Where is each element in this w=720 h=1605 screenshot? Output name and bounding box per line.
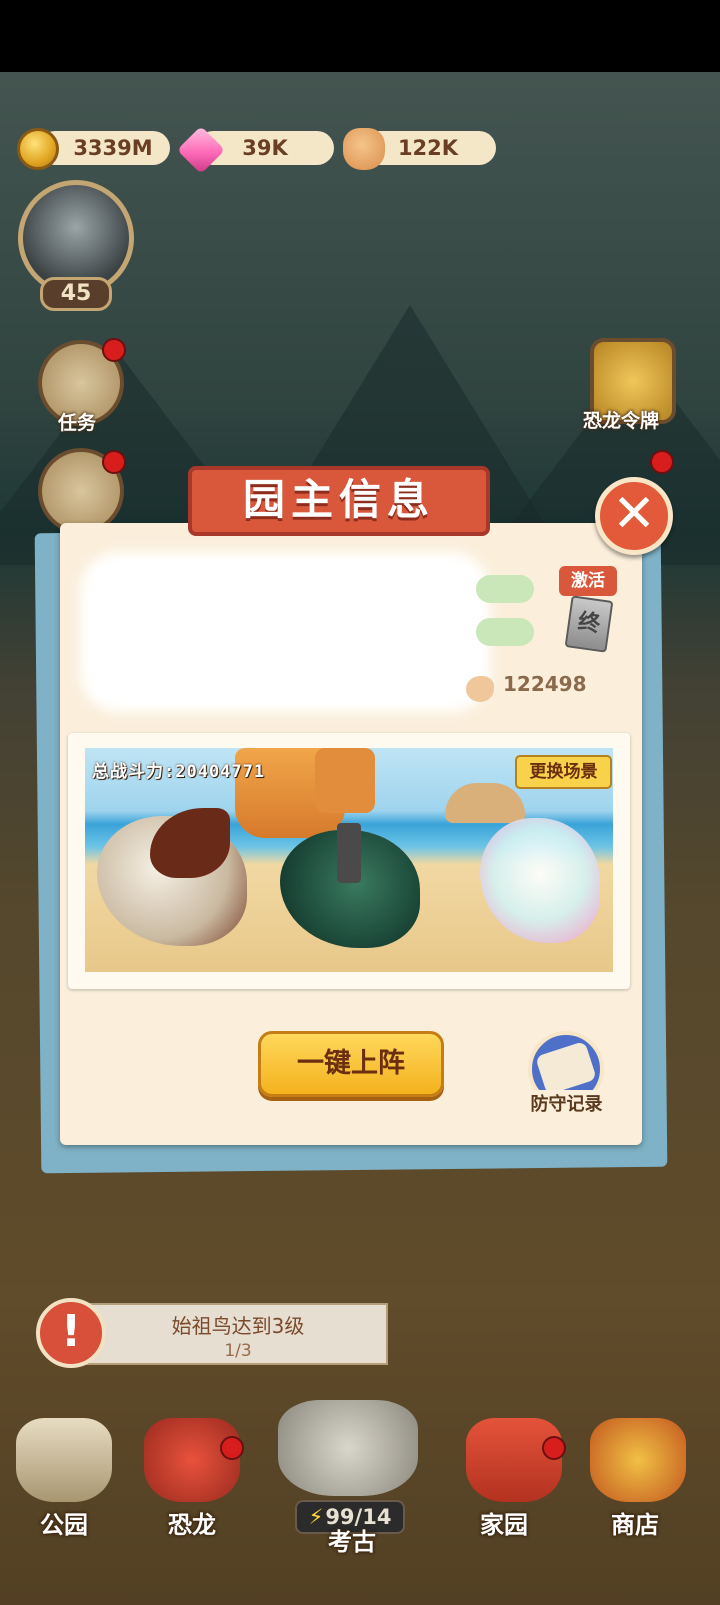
thumbs-up-icon [343,128,385,170]
task-progress: 1/3 [224,1341,252,1361]
gem-value: 39K [242,136,288,160]
task-label: 任务 [58,412,97,434]
muscle-icon [466,676,494,702]
rock-decoration [445,783,525,823]
status-bar [476,575,534,603]
task-notification-dot [102,338,126,362]
nav-home[interactable]: 家园 [449,1505,559,1540]
nav-dinosaur[interactable]: 恐龙 [137,1505,247,1540]
shop-icon[interactable] [590,1418,686,1502]
dialog-title: 园主信息 [188,466,490,536]
nav-shop[interactable]: 商店 [580,1505,690,1540]
one-click-deploy-button[interactable]: 一键上阵 [258,1031,444,1097]
owner-power-value: 122498 [503,672,587,696]
nav-archaeology[interactable]: 考古 [297,1522,407,1557]
task-title: 始祖鸟达到3级 [171,1314,305,1338]
player-level-badge: 45 [40,277,112,311]
side-notification-dot [650,450,674,474]
skull-icon[interactable] [278,1400,418,1496]
like-value: 122K [397,136,459,160]
home-notification-dot [542,1436,566,1460]
chest-notification-dot [102,450,126,474]
status-bar [476,618,534,646]
home-flag-icon[interactable] [466,1418,562,1502]
total-power-label: 总战斗力:20404771 [92,762,266,782]
change-scene-button[interactable]: 更换场景 [515,755,612,789]
close-button[interactable]: ✕ [595,477,673,555]
dinosaur-notification-dot [220,1436,244,1460]
park-icon[interactable] [16,1418,112,1502]
dinosaur-icon[interactable] [144,1418,240,1502]
nav-park[interactable]: 公园 [9,1505,119,1540]
qilin-creature [480,818,600,943]
coin-icon [17,128,59,170]
alert-icon: ! [36,1298,106,1368]
final-card-icon[interactable]: 终 [564,595,614,653]
coin-value: 3339M [73,136,153,160]
redacted-owner-info [80,552,490,712]
cliff-decoration [315,748,375,813]
activate-badge[interactable]: 激活 [559,566,617,596]
turtle-stele [337,823,361,883]
defense-record-label[interactable]: 防守记录 [515,1090,618,1120]
dino-token-label: 恐龙令牌 [583,410,660,432]
